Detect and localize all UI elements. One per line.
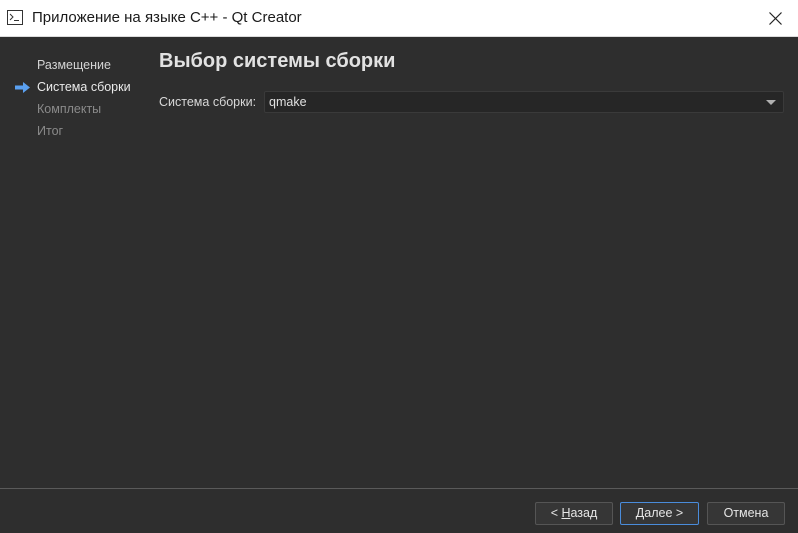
step-label: Комплекты <box>37 102 102 116</box>
back-button-mnemonic: Н <box>561 506 571 520</box>
title-bar: Приложение на языке C++ - Qt Creator <box>0 0 798 37</box>
step-summary: Итог <box>0 120 150 142</box>
window-title: Приложение на языке C++ - Qt Creator <box>32 9 302 26</box>
step-label: Система сборки <box>37 80 131 94</box>
back-button-text: азад <box>570 506 598 520</box>
step-location: Размещение <box>0 54 150 76</box>
footer-divider <box>0 488 798 489</box>
build-system-label: Система сборки: <box>159 95 257 109</box>
build-system-select[interactable]: qmake <box>264 91 784 113</box>
step-kits: Комплекты <box>0 98 150 120</box>
next-button-text: алее > <box>644 506 684 520</box>
wizard-steps: Размещение Система сборки Комплекты Итог <box>0 54 150 142</box>
back-button-prefix: < <box>550 506 562 520</box>
current-step-arrow-icon <box>15 82 30 93</box>
wizard-body: Размещение Система сборки Комплекты Итог… <box>0 37 798 533</box>
cancel-button[interactable]: Отмена <box>707 502 785 525</box>
step-label: Итог <box>37 124 64 138</box>
close-icon <box>768 11 782 25</box>
close-button[interactable] <box>752 0 798 36</box>
next-button-mnemonic: Д <box>635 506 645 520</box>
page-title: Выбор системы сборки <box>159 50 396 72</box>
step-label: Размещение <box>37 58 111 72</box>
back-button[interactable]: < Назад <box>535 502 613 525</box>
next-button[interactable]: Далее > <box>620 502 699 525</box>
chevron-down-icon <box>766 100 776 105</box>
build-system-value: qmake <box>269 95 307 109</box>
terminal-icon <box>7 10 23 25</box>
step-build-system: Система сборки <box>0 76 150 98</box>
